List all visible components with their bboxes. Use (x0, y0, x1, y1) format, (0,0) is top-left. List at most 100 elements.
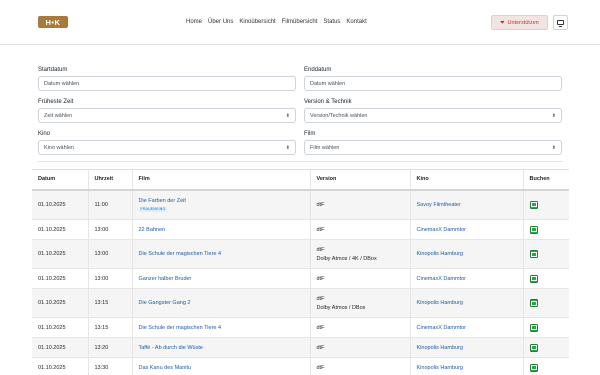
chevron-up-down-icon: ⬍ (285, 112, 290, 119)
enddatum-placeholder: Datum wählen (310, 80, 346, 87)
cell-buchen (522, 189, 569, 220)
cell-kino: CinemaxX Dammtor (409, 268, 523, 289)
cell-version: dtF (309, 268, 410, 289)
frueheste-zeit-label: Früheste Zeit (38, 99, 74, 105)
nav-home[interactable]: Home (186, 18, 202, 26)
header-datum[interactable]: Datum (32, 169, 88, 191)
enddatum-input[interactable]: Datum wählen (304, 76, 562, 91)
cell-film: Ganzer halber Bruder (131, 268, 310, 289)
cell-buchen (522, 337, 569, 358)
cell-uhrzeit: 13:15 (87, 317, 132, 338)
chevron-up-down-icon: ⬍ (551, 144, 556, 151)
nav-ueber-uns[interactable]: Über Uns (208, 18, 233, 26)
film-link[interactable]: 22 Bahnen (139, 227, 304, 233)
table-row: 01.10.2025 13:30 Das Kanu des Manitu dtF Kin… (32, 357, 569, 375)
kino-link[interactable]: Savoy Filmtheater (417, 202, 461, 208)
version-value: Dolby Atmos / 4K / DBox (316, 255, 377, 262)
cell-datum: 01.10.2025 (32, 239, 88, 269)
calendar-icon[interactable] (529, 299, 538, 307)
theme-toggle-button[interactable] (553, 15, 568, 30)
calendar-icon[interactable] (529, 274, 538, 283)
cell-datum: 01.10.2025 (32, 219, 88, 240)
nav-kinouebersicht[interactable]: Kinoübersicht (239, 18, 275, 26)
cell-version: dtF (309, 189, 410, 220)
hand-heart-icon: ❤ (500, 19, 505, 26)
cell-datum: 01.10.2025 (32, 317, 88, 338)
calendar-icon[interactable] (529, 343, 538, 352)
frueheste-zeit-select[interactable]: Zeit wählen ⬍ (38, 108, 296, 123)
kino-link[interactable]: Kinopolis Hamburg (417, 251, 463, 257)
nav-status[interactable]: Status (323, 18, 340, 26)
version-label: Version & Technik (304, 99, 352, 105)
filter-enddatum: Enddatum Datum wählen (304, 66, 562, 91)
table-header-row: Datum Uhrzeit Film Version Kino Buchen (32, 169, 569, 191)
support-button[interactable]: ❤ Unterstützen (491, 15, 548, 30)
header-buchen: Buchen (522, 169, 569, 191)
calendar-icon[interactable] (529, 200, 538, 209)
film-link[interactable]: Die Gangster Gang 2 (139, 300, 304, 306)
cell-uhrzeit: 13:00 (87, 239, 132, 269)
cell-film: Die Schule der magischen Tiere 4 (131, 317, 310, 338)
calendar-icon[interactable] (529, 250, 538, 258)
kino-link[interactable]: CinemaxX Dammtor (417, 325, 467, 331)
calendar-icon[interactable] (529, 225, 538, 234)
version-value: dtF (316, 324, 325, 331)
kino-link[interactable]: CinemaxX Dammtor (417, 276, 467, 282)
header-uhrzeit[interactable]: Uhrzeit (87, 169, 132, 191)
kino-placeholder: Kino wählen (44, 144, 74, 151)
cell-kino: Kinopolis Hamburg (409, 357, 523, 375)
version-value: dtF (316, 344, 325, 351)
kino-link[interactable]: Kinopolis Hamburg (417, 365, 463, 371)
enddatum-label: Enddatum (304, 67, 332, 73)
kino-link[interactable]: CinemaxX Dammtor (417, 227, 467, 233)
cell-buchen (522, 268, 569, 289)
startdatum-input[interactable]: Datum wählen (38, 76, 296, 91)
cell-film: Taffé - Ab durch die Wüste (131, 337, 310, 358)
film-link[interactable]: Ganzer halber Bruder (139, 276, 304, 282)
cell-version: dtF (309, 317, 410, 338)
header-version[interactable]: Version (309, 169, 410, 191)
nav-kontakt[interactable]: Kontakt (346, 18, 366, 26)
kino-link[interactable]: Kinopolis Hamburg (417, 300, 463, 306)
calendar-icon[interactable] (529, 363, 538, 372)
cell-version: dtF (309, 357, 410, 375)
calendar-icon[interactable] (529, 323, 538, 332)
cell-uhrzeit: 13:30 (87, 357, 132, 375)
header-film[interactable]: Film (131, 169, 310, 191)
version-value: dtF (316, 364, 325, 371)
table-row: 01.10.2025 13:00 22 Bahnen dtF CinemaxX Damm… (32, 219, 569, 240)
filter-startdatum: Startdatum Datum wählen (38, 66, 296, 91)
film-link[interactable]: Das Kanu des Manitu (139, 365, 304, 371)
cell-kino: Kinopolis Hamburg (409, 288, 523, 318)
table-body: 01.10.2025 11:00 Die Farben der Zeit FRAUEN… (32, 189, 569, 375)
film-select[interactable]: Film wählen ⬍ (304, 140, 562, 155)
table-row: 01.10.2025 13:15 Die Schule der magischen … (32, 317, 569, 338)
main-nav: Home Über Uns Kinoübersicht Filmübersich… (186, 18, 367, 26)
filter-kino: Kino Kino wählen ⬍ (38, 130, 296, 155)
filter-frueheste-zeit: Früheste Zeit Zeit wählen ⬍ (38, 98, 296, 123)
kino-link[interactable]: Kinopolis Hamburg (417, 345, 463, 351)
version-value: dtF (316, 226, 325, 233)
nav-filmuebersicht[interactable]: Filmübersicht (282, 18, 318, 26)
film-label: Film (304, 131, 316, 137)
film-link[interactable]: Die Schule der magischen Tiere 4 (139, 251, 304, 257)
cell-uhrzeit: 13:15 (87, 288, 132, 318)
logo[interactable]: H•K (38, 16, 68, 28)
startdatum-label: Startdatum (38, 67, 68, 73)
film-link[interactable]: Die Schule der magischen Tiere 4 (139, 325, 304, 331)
cell-uhrzeit: 11:00 (87, 189, 132, 220)
monitor-icon (557, 20, 564, 27)
cell-buchen (522, 317, 569, 338)
cell-kino: CinemaxX Dammtor (409, 219, 523, 240)
kino-select[interactable]: Kino wählen ⬍ (38, 140, 296, 155)
navbar: H•K Home Über Uns Kinoübersicht Filmüber… (0, 0, 600, 45)
filter-version: Version & Technik Version/Technik wählen… (304, 98, 562, 123)
film-link[interactable]: Taffé - Ab durch die Wüste (139, 345, 304, 351)
cell-uhrzeit: 13:20 (87, 337, 132, 358)
cell-buchen (522, 357, 569, 375)
table-row: 01.10.2025 13:15 Die Gangster Gang 2 dtF Dol… (32, 288, 569, 318)
header-kino[interactable]: Kino (409, 169, 523, 191)
support-label: Unterstützen (507, 19, 539, 26)
version-select[interactable]: Version/Technik wählen ⬍ (304, 108, 562, 123)
table-row: 01.10.2025 13:00 Die Schule der magischen … (32, 239, 569, 269)
